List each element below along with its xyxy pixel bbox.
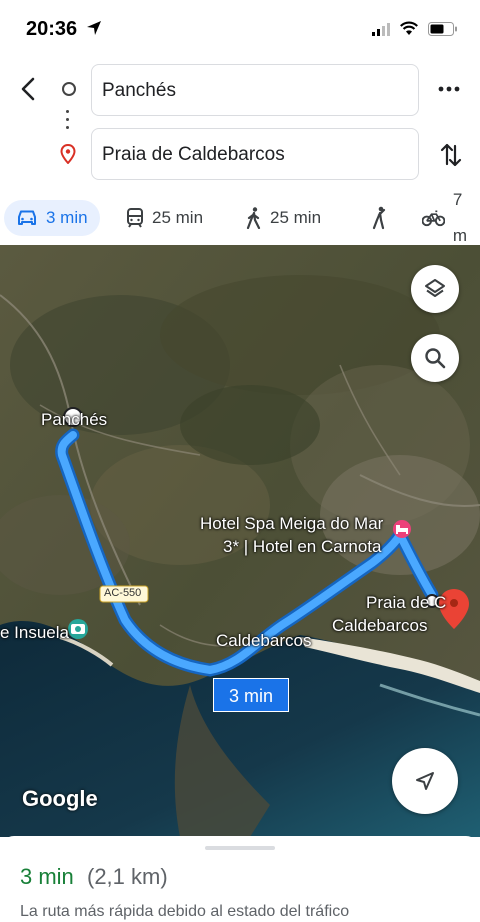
route-dots-icon	[66, 110, 69, 134]
google-logo: Google	[22, 786, 98, 811]
route-distance: (2,1 km)	[87, 864, 168, 889]
tab-transit-label: 25 min	[152, 208, 204, 227]
origin-marker-icon	[62, 82, 76, 96]
tab-cycling[interactable]: 7 m	[422, 190, 480, 245]
cellular-signal-icon	[372, 23, 390, 36]
camera-icon	[71, 624, 85, 634]
map-label-destination-line1[interactable]: Praia de C	[366, 593, 446, 613]
transit-icon	[127, 208, 143, 228]
bike-icon	[422, 210, 445, 227]
walk-icon	[246, 207, 261, 229]
route-duration-badge[interactable]: 3 min	[213, 678, 289, 712]
origin-field[interactable]: Panchés	[91, 64, 419, 116]
road-shield-label: AC-550	[104, 587, 142, 599]
layers-icon	[425, 279, 445, 297]
tab-transit[interactable]: 25 min	[126, 200, 203, 236]
status-time: 20:36	[26, 18, 78, 40]
hotel-bed-icon	[396, 525, 408, 534]
start-navigation-button[interactable]	[392, 748, 458, 814]
travel-mode-tabs: 3 min 25 min 25 min 7 m	[0, 190, 480, 245]
map-label-caldebarcos: Caldebarcos	[216, 631, 312, 650]
status-bar: 20:36	[0, 0, 480, 58]
layers-button[interactable]	[411, 265, 459, 313]
tab-walking-label: 25 min	[270, 208, 322, 227]
tab-driving[interactable]: 3 min	[4, 200, 100, 236]
map-label-hotel-line2[interactable]: 3* | Hotel en Carnota	[223, 537, 381, 557]
route-duration: 3 min	[20, 864, 74, 889]
tab-cycling-label: 7 m	[452, 190, 468, 245]
route-note: La ruta más rápida debido al estado del …	[20, 903, 350, 920]
back-arrow-icon[interactable]	[14, 74, 44, 104]
sheet-drag-handle[interactable]	[205, 846, 275, 850]
search-icon	[425, 348, 446, 369]
rideshare-icon	[372, 206, 386, 230]
battery-icon	[428, 22, 457, 36]
wifi-icon	[400, 21, 418, 35]
search-along-route-button[interactable]	[411, 334, 459, 382]
destination-pin-icon	[60, 144, 76, 164]
car-icon	[18, 210, 36, 225]
navigation-arrow-icon	[416, 772, 434, 790]
map-label-origin: Panchés	[41, 410, 108, 429]
swap-direction-icon[interactable]	[440, 142, 462, 168]
destination-field[interactable]: Praia de Caldebarcos	[91, 128, 419, 180]
location-arrow-icon	[87, 21, 101, 35]
map-label-insuela[interactable]: e Insuela	[0, 623, 69, 643]
map-label-hotel-line1[interactable]: Hotel Spa Meiga do Mar	[200, 514, 383, 534]
tab-walking[interactable]: 25 min	[246, 200, 321, 236]
tab-rideshare[interactable]	[368, 200, 396, 236]
map-label-destination-line2[interactable]: Caldebarcos	[332, 616, 427, 636]
tab-driving-label: 3 min	[46, 208, 88, 227]
more-options-icon[interactable]	[438, 86, 460, 92]
